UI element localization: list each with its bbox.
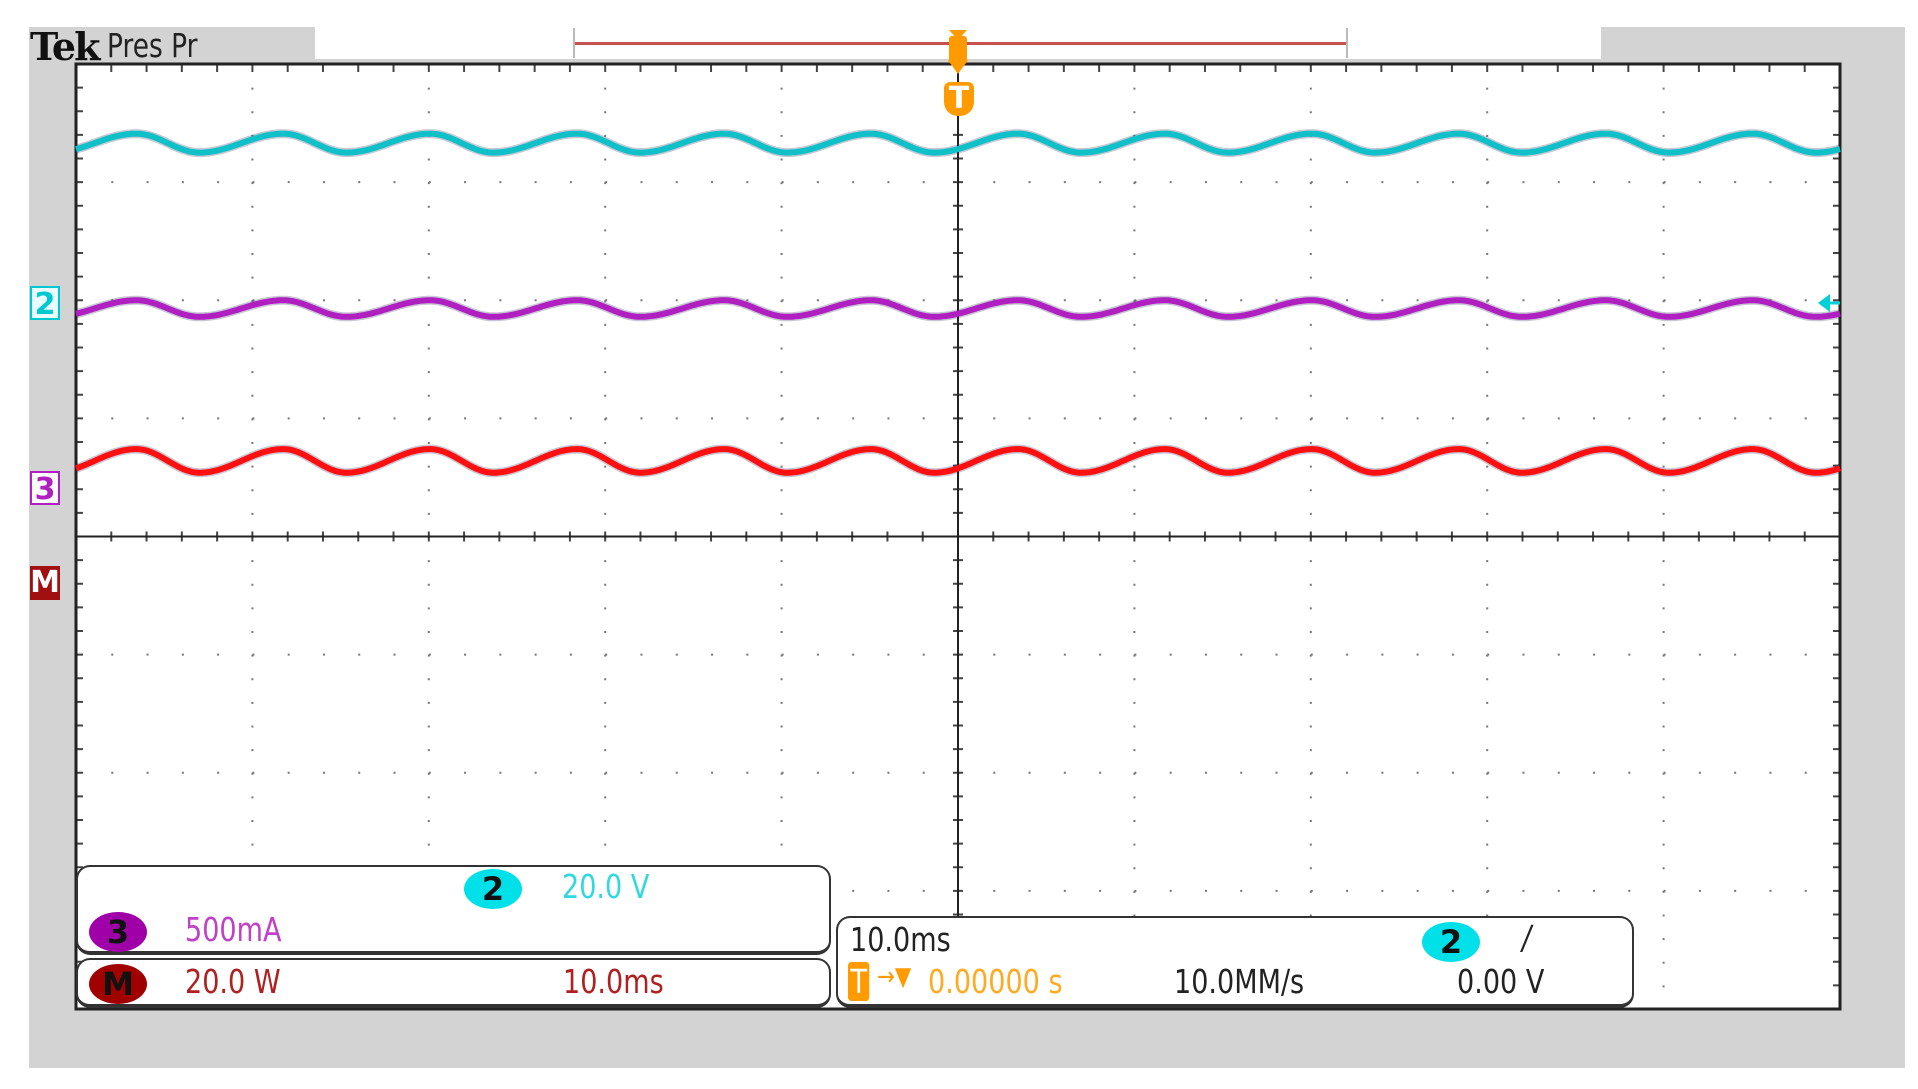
sample-rate: 10.0MM/s [1174, 962, 1305, 1001]
math-timebase: 10.0ms [563, 962, 664, 1001]
ch2-ground-marker[interactable]: 2 [30, 286, 60, 322]
math-ground-marker[interactable]: M [30, 566, 60, 600]
math-badge[interactable]: M [89, 964, 147, 1004]
trigger-position-icon: T [848, 962, 870, 1001]
ch3-scale: 500mA [185, 910, 282, 949]
ch2-scale: 20.0 V [562, 867, 650, 906]
horizontal-timebase[interactable]: 10.0ms [850, 920, 951, 959]
trigger-slope-icon[interactable]: / [1522, 918, 1531, 957]
math-scale: 20.0 W [185, 962, 281, 1001]
ch2-badge[interactable]: 2 [464, 869, 522, 909]
ch3-ground-marker[interactable]: 3 [30, 471, 60, 507]
ch3-badge[interactable]: 3 [89, 912, 147, 952]
trigger-position-marker[interactable]: T [944, 82, 974, 116]
trigger-position[interactable]: 0.00000 s [928, 962, 1063, 1001]
record-trigger-marker [949, 36, 967, 64]
trigger-position-arrow: →▼ [877, 962, 912, 992]
trigger-level[interactable]: 0.00 V [1457, 962, 1544, 1001]
trigger-source-badge[interactable]: 2 [1422, 922, 1480, 962]
